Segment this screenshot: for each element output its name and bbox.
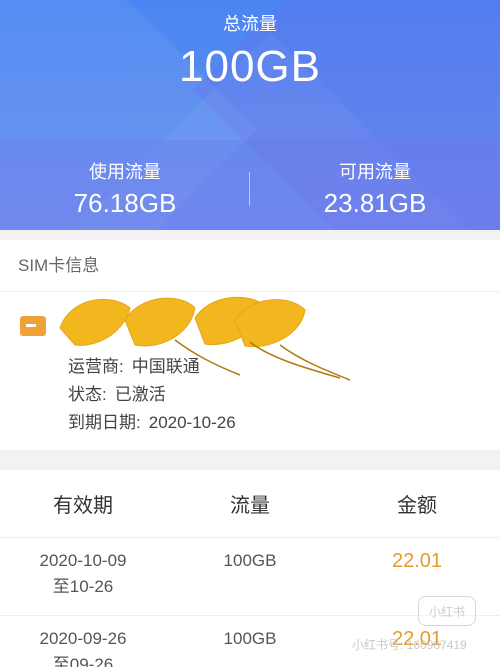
period-cell: 2020-09-26 至09-26 [0,626,166,667]
expiry-line: 到期日期: 2020-10-26 [68,408,236,433]
carrier-value: 中国联通 [131,357,200,376]
period-start: 2020-10-09 [39,551,127,570]
status-line: 状态: 已激活 [68,380,166,405]
used-data-value: 76.18GB [73,188,177,218]
period-cell: 2020-10-09 至10-26 [0,548,166,600]
expiry-value: 2020-10-26 [148,413,236,432]
ginkgo-leaf [124,297,196,347]
sim-info-card: SIM卡信息 运营商: 中国联通 状态: 已激活 到期日期: 2020-10-26 [0,240,500,450]
period-start: 2020-09-26 [39,629,127,648]
carrier-key: 运营商: [68,357,124,376]
orders-table-header: 有效期 流量 金额 [0,470,500,538]
available-data-stat: 可用流量 23.81GB [250,158,500,219]
amount-cell: 22.01 [391,550,443,572]
used-data-stat: 使用流量 76.18GB [0,158,250,219]
carrier-line: 运营商: 中国联通 [68,352,200,377]
ginkgo-stem [249,341,341,379]
sim-card-icon [20,316,46,336]
total-data-value: 100GB [179,42,321,91]
column-header-period: 有效期 [53,495,113,517]
period-end: 至09-26 [52,655,114,667]
ginkgo-leaf [59,298,131,346]
watermark-logo: 小红书 [418,596,476,626]
status-key: 状态: [68,385,107,404]
available-data-label: 可用流量 [339,162,411,182]
watermark-id: 小红书号: 160967419 [352,638,467,652]
data-cell: 100GB [223,551,277,570]
column-header-amount: 金额 [397,495,437,517]
total-data-label: 总流量 [223,14,277,34]
status-value: 已激活 [114,385,166,404]
used-data-label: 使用流量 [89,162,161,182]
period-end: 至10-26 [52,577,114,596]
expiry-key: 到期日期: [68,413,141,432]
available-data-value: 23.81GB [323,188,427,218]
data-usage-header: 总流量 100GB 使用流量 76.18GB 可用流量 23.81GB [0,0,500,230]
sim-info-title: SIM卡信息 [0,240,500,292]
column-header-data: 流量 [230,495,270,517]
data-cell: 100GB [223,629,277,648]
